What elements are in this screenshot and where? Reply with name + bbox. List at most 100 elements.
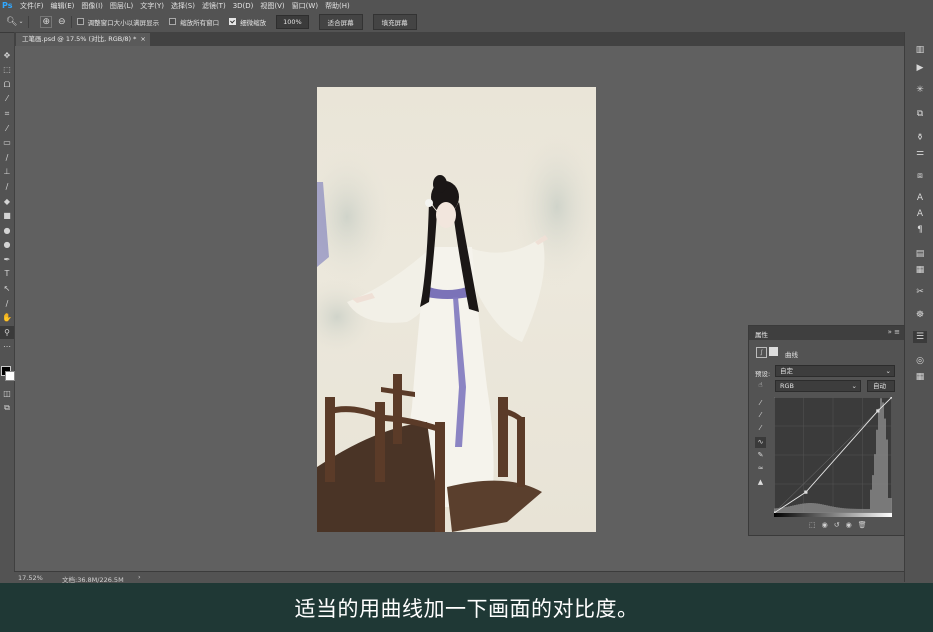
menu-help[interactable]: 帮助(H) — [325, 1, 350, 11]
fill-screen-button[interactable]: 填充屏幕 — [372, 13, 417, 30]
curve-control-point[interactable] — [890, 397, 892, 399]
smooth-curve-icon[interactable]: ≈ — [755, 463, 766, 474]
resize-windows-option[interactable]: 调整窗口大小以满屏显示 — [76, 17, 159, 27]
brush-tool-icon[interactable]: ∕ — [0, 151, 14, 164]
resize-windows-checkbox[interactable] — [76, 18, 84, 25]
curve-control-point[interactable] — [804, 490, 808, 494]
histogram-bar — [870, 489, 872, 513]
on-image-adjust-icon[interactable]: ☝ — [755, 380, 766, 391]
quick-select-tool-icon[interactable]: ⁄ — [0, 92, 14, 105]
pen-tool-icon[interactable]: ✒ — [0, 253, 14, 266]
menu-type[interactable]: 文字(Y) — [140, 1, 164, 11]
pencil-draw-icon[interactable]: ✎ — [755, 450, 766, 461]
character-styles-icon[interactable]: A — [913, 208, 927, 220]
zoom-tool-active-icon[interactable]: ⚲ — [0, 326, 14, 339]
menu-layer[interactable]: 图层(L) — [110, 1, 133, 11]
status-menu-arrow[interactable]: › — [138, 573, 141, 581]
actions-play-icon[interactable]: ▶ — [913, 62, 927, 74]
properties-panel: 属性 » ≡ ∫ 曲线 预设: 自定 ⌄ ☝ RGB ⌄ 自动 ⁄ ⁄ ⁄ ∿ … — [748, 325, 905, 536]
white-point-eyedropper-icon[interactable]: ⁄ — [755, 423, 766, 434]
scrubby-zoom-option[interactable]: 细微缩放 — [229, 17, 266, 27]
fit-screen-button[interactable]: 适合屏幕 — [318, 13, 363, 30]
more-tools-icon[interactable]: ⋯ — [0, 340, 14, 353]
eraser-tool-icon[interactable]: ◆ — [0, 195, 14, 208]
eyedropper-tool-icon[interactable]: ⁄ — [0, 122, 14, 135]
panel-menu-icon[interactable]: » ≡ — [888, 328, 900, 336]
layers-icon[interactable]: ▦ — [913, 371, 927, 383]
blur-tool-icon[interactable]: ● — [0, 224, 14, 237]
clone-stamp-tool-icon[interactable]: ⊥ — [0, 165, 14, 178]
brush-settings-icon[interactable]: ✳ — [913, 84, 927, 96]
clip-to-layer-icon[interactable]: ⬚ — [809, 521, 816, 529]
visibility-eye-icon[interactable]: ◉ — [846, 521, 852, 529]
lasso-tool-icon[interactable]: ᗝ — [0, 78, 14, 91]
tool-presets-icon[interactable]: ⚱ — [913, 132, 927, 144]
line-tool-icon[interactable]: ∕ — [0, 297, 14, 310]
zoom-tool-icon[interactable]: 🔍︎ — [6, 17, 17, 27]
adjustments-sliders-icon[interactable]: ⚌ — [913, 147, 927, 159]
styles-icon[interactable]: ☸ — [913, 309, 927, 321]
curve-control-point[interactable] — [876, 409, 880, 413]
menu-file[interactable]: 文件(F) — [20, 1, 44, 11]
move-tool-icon[interactable]: ✥ — [0, 49, 14, 62]
clipping-warning-icon[interactable]: ▲ — [755, 477, 766, 488]
menu-select[interactable]: 选择(S) — [171, 1, 195, 11]
channels-icon[interactable]: ◎ — [913, 355, 927, 367]
zoom-in-icon[interactable]: ⊕ — [40, 15, 53, 28]
dodge-tool-icon[interactable]: ● — [0, 238, 14, 251]
gradient-tool-icon[interactable]: ■ — [0, 209, 14, 222]
curve-edit-points-icon[interactable]: ∿ — [755, 437, 766, 448]
layer-mask-icon[interactable] — [769, 347, 778, 356]
history-brush-tool-icon[interactable]: ∕ — [0, 180, 14, 193]
channel-select[interactable]: RGB ⌄ — [775, 380, 861, 392]
zoom-all-option[interactable]: 缩放所有窗口 — [169, 17, 219, 27]
gray-point-eyedropper-icon[interactable]: ⁄ — [755, 410, 766, 421]
properties-panel-icon[interactable]: ☰ — [913, 331, 927, 343]
zoom-all-checkbox[interactable] — [169, 18, 177, 25]
history-icon[interactable]: ▥ — [913, 44, 927, 56]
preset-select[interactable]: 自定 ⌄ — [775, 365, 895, 377]
screen-mode-icon[interactable]: ⧉ — [0, 401, 14, 414]
menu-filter[interactable]: 滤镜(T) — [202, 1, 226, 11]
separator — [70, 15, 72, 28]
crop-tool-icon[interactable]: ⌗ — [0, 107, 14, 120]
black-point-eyedropper-icon[interactable]: ⁄ — [755, 398, 766, 409]
paragraph-icon[interactable]: ¶ — [913, 224, 927, 236]
document-image[interactable] — [317, 87, 596, 532]
input-gradient-bar — [774, 513, 892, 517]
auto-button[interactable]: 自动 — [867, 380, 895, 392]
menu-edit[interactable]: 编辑(E) — [51, 1, 75, 11]
zoom-out-icon[interactable]: ⊖ — [58, 17, 66, 27]
clone-source-icon[interactable]: ⧉ — [913, 108, 927, 120]
marquee-tool-icon[interactable]: ⬚ — [0, 63, 14, 76]
reset-icon[interactable]: ↺ — [834, 521, 840, 529]
curves-graph[interactable] — [774, 397, 892, 513]
quick-mask-icon[interactable]: ◫ — [0, 387, 14, 400]
healing-brush-tool-icon[interactable]: ▭ — [0, 136, 14, 149]
notes-icon[interactable]: ▦ — [913, 264, 927, 276]
zoom-value-field[interactable]: 100% — [276, 14, 309, 29]
tool-preset-dropdown-icon[interactable]: ⌄ — [18, 18, 23, 25]
menu-image[interactable]: 图像(I) — [81, 1, 103, 11]
document-tab[interactable]: 工笔画.psd @ 17.5% (对比, RGB/8) * × — [16, 33, 150, 46]
delete-trash-icon[interactable]: 🗑︎ — [858, 521, 867, 529]
view-previous-icon[interactable]: ◉ — [822, 521, 828, 529]
histogram-bar — [818, 503, 820, 513]
layer-comps-icon[interactable]: ▤ — [913, 248, 927, 260]
tools-cross-icon[interactable]: ✂ — [913, 286, 927, 298]
menu-window[interactable]: 窗口(W) — [292, 1, 318, 11]
character-icon[interactable]: A — [913, 192, 927, 204]
path-selection-tool-icon[interactable]: ↖ — [0, 282, 14, 295]
background-color-swatch[interactable] — [5, 371, 15, 381]
scrubby-zoom-checkbox[interactable] — [229, 18, 237, 25]
swatches-icon[interactable]: ⧈ — [913, 170, 927, 182]
properties-panel-title[interactable]: 属性 — [755, 329, 768, 339]
menu-view[interactable]: 视图(V) — [260, 1, 284, 11]
histogram-bar — [890, 498, 892, 513]
hand-tool-icon[interactable]: ✋ — [0, 311, 14, 324]
menu-3d[interactable]: 3D(D) — [233, 2, 254, 10]
type-tool-icon[interactable]: T — [0, 267, 14, 280]
histogram-bar — [798, 504, 800, 513]
zoom-level[interactable]: 17.52% — [18, 574, 43, 582]
close-tab-icon[interactable]: × — [140, 35, 145, 43]
